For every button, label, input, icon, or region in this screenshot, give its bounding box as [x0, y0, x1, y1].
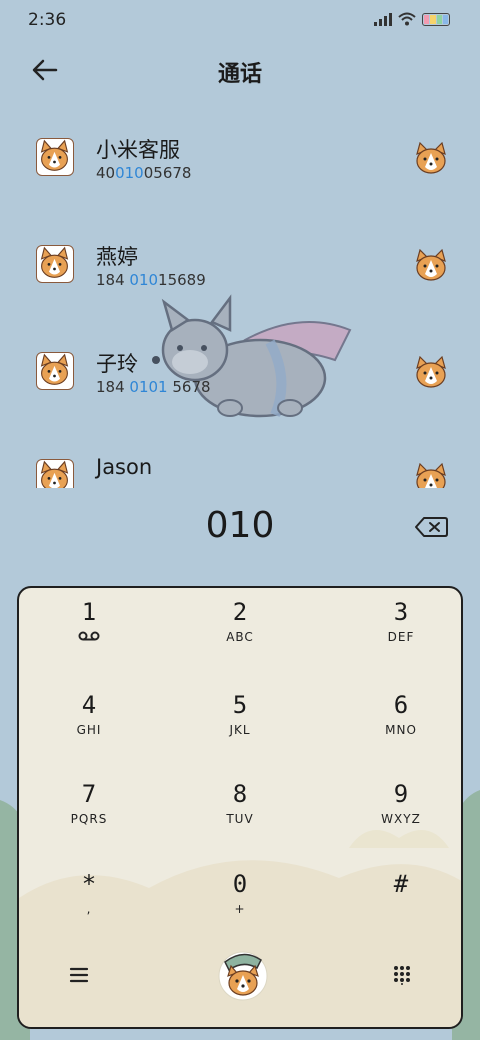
menu-icon[interactable]	[69, 966, 89, 984]
key-1[interactable]: 1	[19, 588, 159, 668]
backspace-icon[interactable]	[414, 516, 448, 538]
contact-row[interactable]: Jason	[0, 431, 480, 488]
corgi-call-icon[interactable]	[414, 249, 448, 281]
signal-icon	[374, 12, 392, 26]
contact-avatar	[36, 138, 74, 176]
corgi-call-icon[interactable]	[414, 142, 448, 174]
key-6[interactable]: 6 MNO	[331, 681, 461, 761]
key-star[interactable]: *,	[19, 860, 159, 940]
dialed-number-display: 010	[205, 505, 275, 546]
contact-avatar	[36, 459, 74, 488]
keypad-grid-icon[interactable]	[393, 965, 411, 985]
key-8[interactable]: 8 TUV	[170, 770, 310, 850]
contact-list: 小米客服 4001005678 燕婷 184 01015689 子玲 184 0…	[0, 110, 480, 488]
wifi-icon	[398, 12, 416, 26]
corgi-call-icon[interactable]	[414, 356, 448, 388]
key-3[interactable]: 3 DEF	[331, 588, 461, 668]
status-icons	[374, 12, 450, 26]
key-4[interactable]: 4 GHI	[19, 681, 159, 761]
contact-name: Jason	[96, 455, 153, 479]
key-9[interactable]: 9 WXYZ	[331, 770, 461, 850]
contact-name: 燕婷	[96, 245, 138, 269]
contact-number: 184 0101 5678	[96, 378, 211, 396]
key-5[interactable]: 5 JKL	[170, 681, 310, 761]
contact-name: 小米客服	[96, 138, 180, 162]
battery-icon	[422, 12, 450, 26]
contact-name: 子玲	[96, 352, 138, 376]
key-7[interactable]: 7 PQRS	[19, 770, 159, 850]
contact-row[interactable]: 燕婷 184 01015689	[0, 217, 480, 317]
contact-number: 4001005678	[96, 164, 192, 182]
status-bar: 2:36	[0, 0, 480, 40]
key-2[interactable]: 2 ABC	[170, 588, 310, 668]
corgi-dial-icon[interactable]	[215, 946, 271, 1002]
voicemail-icon	[78, 631, 100, 641]
page-title: 通话	[217, 62, 262, 87]
corgi-call-icon[interactable]	[414, 463, 448, 488]
contact-avatar	[36, 245, 74, 283]
key-hash[interactable]: #	[331, 860, 461, 940]
status-time: 2:36	[28, 10, 67, 30]
contact-row[interactable]: 子玲 184 0101 5678	[0, 324, 480, 424]
contact-number: 184 01015689	[96, 271, 206, 289]
dial-keypad: 1 2 ABC 3 DEF 4 GHI 5 JKL 6 MNO 7 PQRS 8 TUV 9W…	[17, 586, 463, 1029]
key-0[interactable]: 0 +	[170, 860, 310, 940]
contact-avatar	[36, 352, 74, 390]
contact-row[interactable]: 小米客服 4001005678	[0, 110, 480, 210]
